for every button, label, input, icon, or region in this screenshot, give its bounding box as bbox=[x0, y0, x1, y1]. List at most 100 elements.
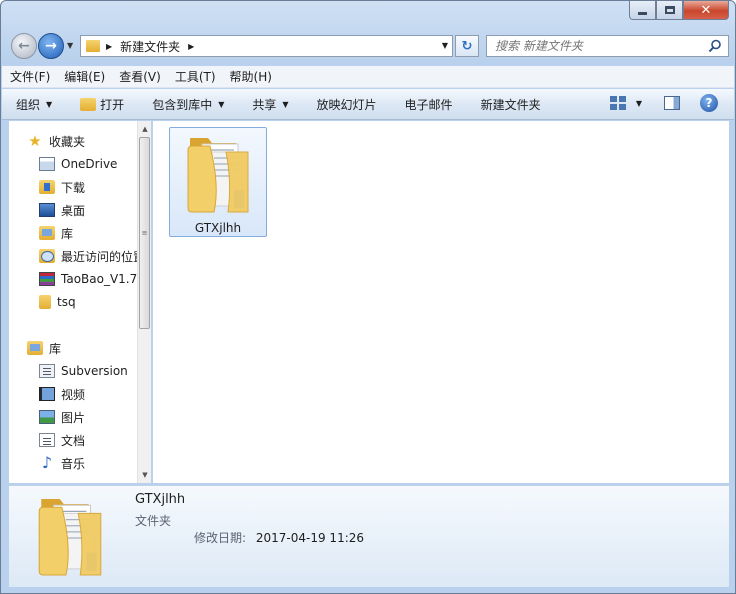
organize-button[interactable]: 组织 ▼ bbox=[16, 96, 52, 113]
nav-libraries[interactable]: 库 bbox=[27, 338, 61, 358]
new-folder-button[interactable]: 新建文件夹 bbox=[481, 96, 541, 113]
search-box[interactable] bbox=[486, 35, 729, 57]
nav-item-subversion[interactable]: Subversion bbox=[39, 361, 128, 381]
modified-value: 2017-04-19 11:26 bbox=[255, 531, 365, 545]
menu-file[interactable]: 文件(F) bbox=[10, 68, 50, 85]
close-button[interactable]: ✕ bbox=[683, 1, 729, 20]
folder-icon bbox=[38, 499, 102, 576]
nav-item-desktop[interactable]: 桌面 bbox=[39, 200, 85, 220]
folder-icon bbox=[39, 295, 51, 309]
nav-item-onedrive[interactable]: OneDrive bbox=[39, 154, 117, 174]
include-in-library-button[interactable]: 包含到库中 ▼ bbox=[152, 96, 224, 113]
help-icon[interactable]: ? bbox=[700, 94, 718, 112]
maximize-button[interactable] bbox=[656, 1, 683, 20]
menu-view[interactable]: 查看(V) bbox=[119, 68, 161, 85]
menu-tools[interactable]: 工具(T) bbox=[175, 68, 216, 85]
nav-item-music[interactable]: ♪ 音乐 bbox=[39, 453, 85, 473]
nav-scrollbar[interactable]: ▲ ≡ ▼ bbox=[137, 121, 151, 483]
nav-label: 文档 bbox=[61, 433, 86, 448]
menu-edit[interactable]: 编辑(E) bbox=[64, 68, 105, 85]
nav-item-downloads[interactable]: 下载 bbox=[39, 177, 85, 197]
breadcrumb-separator-icon[interactable]: ▶ bbox=[188, 42, 194, 51]
view-dropdown-icon[interactable]: ▼ bbox=[636, 99, 642, 108]
slideshow-label: 放映幻灯片 bbox=[316, 97, 377, 112]
nav-item-tsq[interactable]: tsq bbox=[39, 292, 76, 312]
forward-button[interactable]: → bbox=[38, 33, 64, 59]
close-icon: ✕ bbox=[700, 2, 712, 18]
open-label: 打开 bbox=[100, 97, 125, 112]
toolbar-right: ▼ ? bbox=[609, 94, 718, 112]
open-folder-icon bbox=[80, 97, 97, 111]
slideshow-button[interactable]: 放映幻灯片 bbox=[317, 96, 377, 113]
nav-label: 视频 bbox=[61, 387, 86, 402]
music-note-icon: ♪ bbox=[41, 453, 53, 472]
folder-icon bbox=[187, 138, 249, 213]
nav-label: 库 bbox=[61, 226, 74, 241]
menu-bar: 文件(F) 编辑(E) 查看(V) 工具(T) 帮助(H) bbox=[2, 66, 734, 88]
organize-label: 组织 bbox=[16, 97, 41, 112]
details-modified: 修改日期: 2017-04-19 11:26 bbox=[194, 529, 364, 546]
refresh-button[interactable]: ↻ bbox=[455, 35, 479, 57]
nav-item-library[interactable]: 库 bbox=[39, 223, 73, 243]
folder-icon bbox=[86, 40, 100, 52]
maximize-icon bbox=[664, 6, 675, 14]
breadcrumb-separator-icon[interactable]: ▶ bbox=[106, 42, 112, 51]
open-button[interactable]: 打开 bbox=[80, 96, 124, 113]
refresh-icon: ↻ bbox=[461, 38, 473, 54]
modified-label: 修改日期: bbox=[194, 531, 247, 545]
nav-label: 收藏夹 bbox=[49, 134, 86, 149]
nav-label: tsq bbox=[57, 295, 76, 309]
nav-label: 最近访问的位置 bbox=[61, 249, 146, 264]
nav-label: 音乐 bbox=[61, 456, 86, 471]
nav-favorites[interactable]: ★ 收藏夹 bbox=[27, 131, 85, 151]
include-in-library-label: 包含到库中 bbox=[152, 97, 213, 112]
nav-item-documents[interactable]: 文档 bbox=[39, 430, 85, 450]
details-item-name: GTXjlhh bbox=[135, 492, 186, 507]
details-item-type: 文件夹 bbox=[135, 514, 172, 528]
nav-label: 图片 bbox=[61, 410, 86, 425]
scroll-thumb[interactable]: ≡ bbox=[139, 137, 150, 329]
search-icon[interactable] bbox=[708, 39, 722, 53]
recent-pages-dropdown[interactable]: ▼ bbox=[67, 41, 73, 50]
dropdown-arrow-icon: ▼ bbox=[282, 99, 289, 109]
library-icon bbox=[27, 341, 43, 355]
email-button[interactable]: 电子邮件 bbox=[405, 96, 453, 113]
recent-places-icon bbox=[39, 249, 55, 263]
preview-pane-icon[interactable] bbox=[664, 96, 680, 110]
command-bar: 组织 ▼ 打开 包含到库中 ▼ 共享 ▼ 放映幻灯片 电子邮件 新建文件夹 ▼ ? bbox=[2, 89, 734, 120]
nav-label: 下载 bbox=[61, 180, 86, 195]
onedrive-icon bbox=[39, 157, 55, 171]
back-arrow-icon: ← bbox=[18, 38, 30, 54]
video-icon bbox=[39, 387, 55, 401]
email-label: 电子邮件 bbox=[404, 97, 453, 112]
search-input[interactable] bbox=[495, 39, 695, 53]
address-dropdown-icon[interactable]: ▼ bbox=[442, 41, 448, 50]
file-item-selected[interactable]: GTXjlhh bbox=[169, 127, 267, 237]
nav-item-taobao[interactable]: TaoBao_V1.7 bbox=[39, 269, 137, 289]
nav-label: 桌面 bbox=[61, 203, 86, 218]
share-label: 共享 bbox=[252, 97, 277, 112]
address-bar[interactable]: ▶ 新建文件夹 ▶ ▼ bbox=[80, 35, 453, 57]
scroll-down-icon[interactable]: ▼ bbox=[138, 467, 152, 483]
dropdown-arrow-icon: ▼ bbox=[46, 99, 53, 109]
nav-label: 库 bbox=[49, 341, 62, 356]
nav-label: TaoBao_V1.7 bbox=[61, 272, 138, 286]
details-pane: GTXjlhh 文件夹 修改日期: 2017-04-19 11:26 bbox=[9, 485, 729, 587]
file-list: GTXjlhh bbox=[153, 121, 729, 483]
caption-buttons: ✕ bbox=[629, 1, 729, 21]
breadcrumb-current[interactable]: 新建文件夹 bbox=[120, 38, 180, 55]
nav-item-recent-places[interactable]: 最近访问的位置 bbox=[39, 246, 145, 266]
change-view-icon[interactable] bbox=[609, 96, 626, 110]
minimize-button[interactable] bbox=[629, 1, 656, 20]
scroll-up-icon[interactable]: ▲ bbox=[138, 121, 152, 137]
downloads-folder-icon bbox=[39, 180, 55, 194]
menu-help[interactable]: 帮助(H) bbox=[230, 68, 272, 85]
nav-item-videos[interactable]: 视频 bbox=[39, 384, 85, 404]
dropdown-arrow-icon: ▼ bbox=[218, 99, 225, 109]
navigation-pane: ★ 收藏夹 OneDrive 下载 桌面 库 最近访问的位置 TaoBao_V1… bbox=[9, 121, 151, 483]
picture-icon bbox=[39, 410, 55, 424]
back-button[interactable]: ← bbox=[11, 33, 37, 59]
nav-item-pictures[interactable]: 图片 bbox=[39, 407, 85, 427]
new-folder-label: 新建文件夹 bbox=[480, 97, 541, 112]
share-button[interactable]: 共享 ▼ bbox=[252, 96, 288, 113]
